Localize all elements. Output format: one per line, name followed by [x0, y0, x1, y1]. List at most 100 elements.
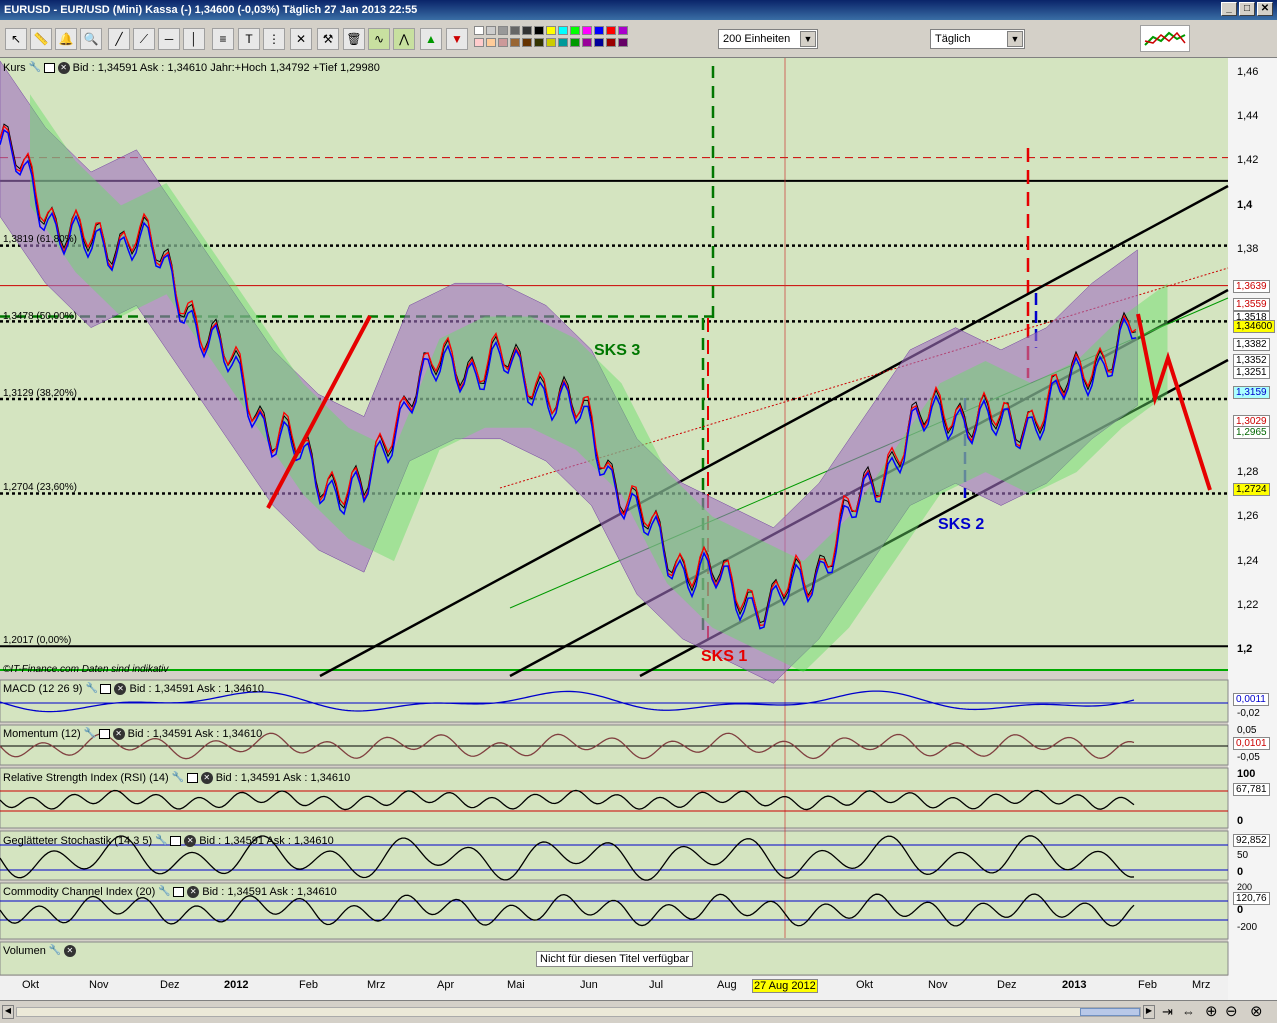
- title-bar: EURUSD - EUR/USD (Mini) Kassa (-) 1,3460…: [0, 0, 1277, 20]
- window-icon[interactable]: [173, 887, 185, 897]
- wrench-icon[interactable]: 🔧: [85, 683, 97, 695]
- price-marker: 1,3159: [1233, 386, 1270, 399]
- volumen-panel-header: Volumen 🔧 ✕: [3, 945, 76, 957]
- chart-trend-icon[interactable]: ⋀: [393, 28, 415, 50]
- trendline-icon[interactable]: ╱: [108, 28, 130, 50]
- zoom-icon[interactable]: 🔍: [80, 28, 102, 50]
- tools-icon[interactable]: ⚒: [317, 28, 339, 50]
- rsi-tick: 100: [1237, 768, 1256, 780]
- ruler-icon[interactable]: 📏: [30, 28, 52, 50]
- momentum-tick: -0,05: [1237, 752, 1260, 763]
- scroll-end-icon[interactable]: ⇥: [1162, 1004, 1173, 1020]
- zoom-fit-icon[interactable]: ⊗: [1250, 1002, 1263, 1020]
- month-label: Jun: [580, 979, 598, 991]
- fib-label: 1,3478 (50,00%): [3, 311, 77, 322]
- price-marker: 1,3251: [1233, 366, 1270, 379]
- scroll-left-icon[interactable]: ◀: [2, 1005, 14, 1019]
- month-label: Mrz: [367, 979, 386, 991]
- stoch-tick: 0: [1237, 866, 1244, 878]
- wrench-icon[interactable]: 🔧: [158, 886, 170, 898]
- pointer-icon[interactable]: ↖: [5, 28, 27, 50]
- credit-text: ©IT-Finance.com Daten sind indikativ: [3, 664, 169, 675]
- units-select[interactable]: 200 Einheiten ▼: [718, 29, 818, 49]
- ray-icon[interactable]: ⟋: [133, 28, 155, 50]
- wrench-icon[interactable]: 🔧: [49, 945, 61, 957]
- month-label: Feb: [1138, 979, 1157, 991]
- close-icon[interactable]: ✕: [112, 728, 125, 740]
- month-label: Dez: [997, 979, 1017, 991]
- hline-icon[interactable]: ─: [158, 28, 180, 50]
- price-tick: 1,42: [1237, 154, 1259, 166]
- month-label: 2012: [224, 979, 249, 991]
- wrench-icon[interactable]: 🔧: [172, 772, 184, 784]
- chart-line-icon[interactable]: ∿: [368, 28, 390, 50]
- kurs-panel-header: Kurs 🔧 ✕ Bid : 1,34591 Ask : 1,34610 Jah…: [3, 62, 380, 74]
- rsi-panel-header: Relative Strength Index (RSI) (14) 🔧 ✕ B…: [3, 772, 350, 784]
- close-icon[interactable]: ✕: [114, 683, 127, 695]
- minimize-button[interactable]: _: [1221, 2, 1237, 16]
- kurs-title: Kurs: [3, 62, 26, 74]
- price-tick: 1,44: [1237, 110, 1259, 122]
- color-palette[interactable]: [474, 26, 632, 54]
- month-label: Mai: [507, 979, 525, 991]
- period-select[interactable]: Täglich ▼: [930, 29, 1025, 49]
- text-icon[interactable]: T: [238, 28, 260, 50]
- month-label: Aug: [717, 979, 737, 991]
- channel-icon[interactable]: ≡: [212, 28, 234, 50]
- sks1-label: SKS 1: [701, 648, 748, 665]
- window-icon[interactable]: [186, 773, 198, 783]
- trash-icon[interactable]: 🗑: [343, 28, 365, 50]
- window-icon[interactable]: [170, 836, 182, 846]
- units-select-value: 200 Einheiten: [723, 33, 791, 45]
- wrench-icon[interactable]: 🔧: [155, 835, 167, 847]
- price-chart[interactable]: [0, 58, 1277, 1000]
- close-icon[interactable]: ✕: [187, 886, 200, 898]
- close-icon[interactable]: ✕: [63, 945, 76, 957]
- month-label: Okt: [856, 979, 874, 991]
- window-icon[interactable]: [100, 684, 112, 694]
- wrench-icon[interactable]: 🔧: [29, 62, 41, 74]
- scroll-right-icon[interactable]: ▶: [1143, 1005, 1155, 1019]
- momentum-tick: 0,05: [1237, 725, 1257, 736]
- chart-settings-icon[interactable]: [1140, 25, 1190, 52]
- price-tick: 1,4: [1237, 199, 1253, 211]
- wrench-icon[interactable]: 🔧: [84, 728, 96, 740]
- fibonacci-icon[interactable]: ⋮: [263, 28, 285, 50]
- crosshair-date: 27 Aug 2012: [752, 979, 818, 993]
- stoch-info: Bid : 1,34591 Ask : 1,34610: [199, 835, 334, 847]
- horizontal-scrollbar[interactable]: [16, 1007, 1141, 1017]
- price-tick: 1,22: [1237, 599, 1259, 611]
- arrow-down-icon[interactable]: ▼: [446, 28, 468, 50]
- momentum-title: Momentum (12): [3, 728, 81, 740]
- close-icon[interactable]: ✕: [184, 835, 197, 847]
- close-button[interactable]: ✕: [1257, 2, 1273, 16]
- price-tick: 1,28: [1237, 466, 1259, 478]
- price-marker: 1,3639: [1233, 280, 1270, 293]
- macd-value: 0,0011: [1233, 693, 1269, 706]
- maximize-button[interactable]: □: [1239, 2, 1255, 16]
- fit-icon[interactable]: ⇔: [1182, 1004, 1195, 1019]
- month-label: Apr: [437, 979, 455, 991]
- window-icon[interactable]: [98, 729, 110, 739]
- window-icon[interactable]: [43, 63, 55, 73]
- rsi-tick: 0: [1237, 815, 1244, 827]
- close-icon[interactable]: ✕: [57, 62, 70, 74]
- close-icon[interactable]: ✕: [200, 772, 213, 784]
- alarm-icon[interactable]: 🔔: [55, 28, 77, 50]
- toolbar: ↖ 📏 🔔 🔍 ╱ ⟋ ─ │ ≡ T ⋮ ✕ ⚒ 🗑 ∿ ⋀ ▲ ▼ 200 …: [0, 20, 1277, 58]
- sks2-label: SKS 2: [938, 516, 985, 533]
- stoch-value: 92,852: [1233, 834, 1270, 847]
- arrow-up-icon[interactable]: ▲: [420, 28, 442, 50]
- scrollbar-thumb[interactable]: [1080, 1008, 1140, 1016]
- stoch-title: Geglätteter Stochastik (14 3 5): [3, 835, 153, 847]
- zoom-out-icon[interactable]: ⊖: [1225, 1002, 1238, 1020]
- price-tick: 1,38: [1237, 243, 1259, 255]
- vline-icon[interactable]: │: [183, 28, 205, 50]
- zoom-in-icon[interactable]: ⊕: [1205, 1002, 1218, 1020]
- cci-tick: 0: [1237, 904, 1244, 916]
- chart-area[interactable]: Kurs 🔧 ✕ Bid : 1,34591 Ask : 1,34610 Jah…: [0, 58, 1277, 1000]
- price-tick: 1,26: [1237, 510, 1259, 522]
- cross-icon[interactable]: ✕: [290, 28, 312, 50]
- macd-title: MACD (12 26 9): [3, 683, 83, 695]
- fib-label: 1,3819 (61,80%): [3, 234, 77, 245]
